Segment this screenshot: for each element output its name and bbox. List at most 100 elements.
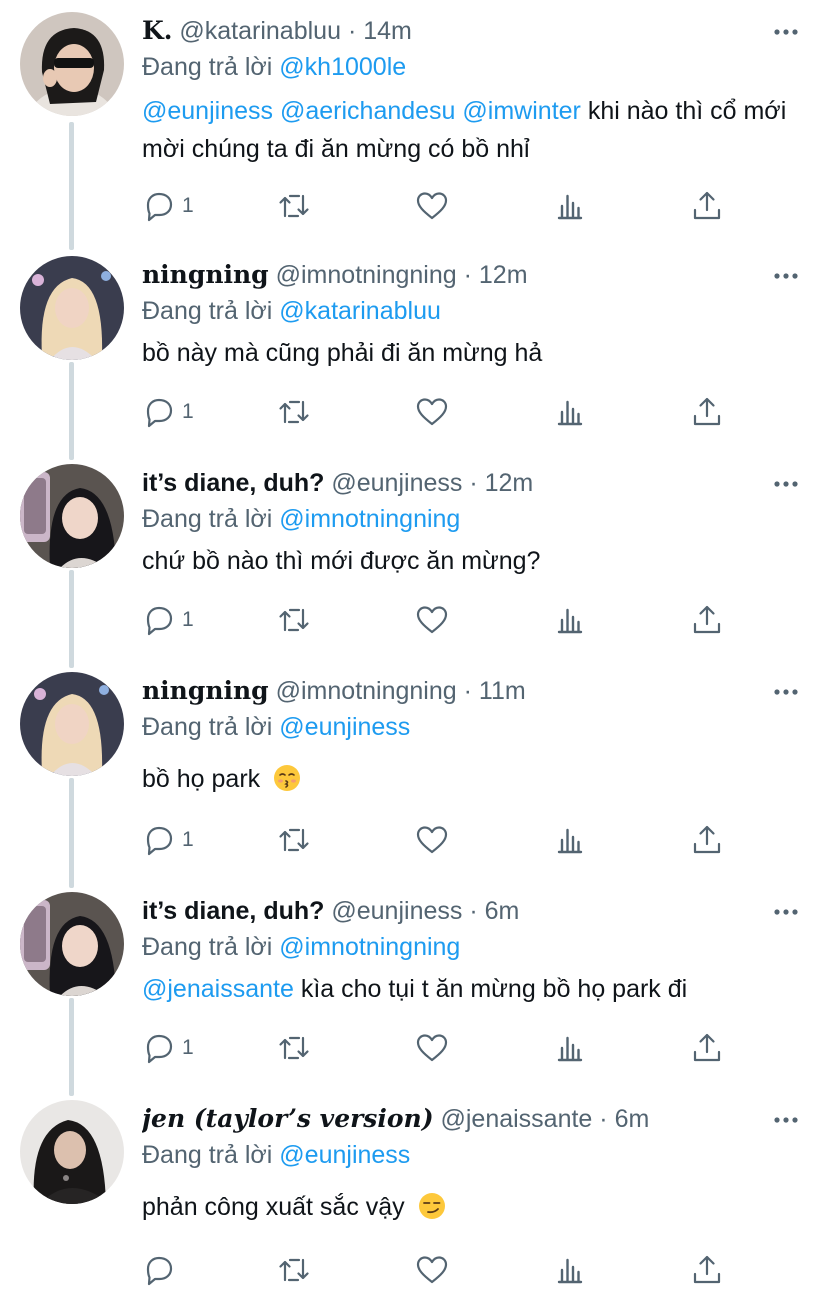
analytics-button[interactable]: [553, 1250, 587, 1290]
avatar[interactable]: [20, 1100, 124, 1204]
user-handle[interactable]: @imnotningning: [276, 261, 457, 289]
analytics-icon: [557, 828, 583, 854]
tweet-time[interactable]: 12m: [485, 469, 534, 497]
like-button[interactable]: [415, 600, 449, 640]
replying-to: Đang trả lời @eunjiness: [142, 1138, 410, 1172]
reply-count: 1: [182, 1036, 194, 1059]
share-button[interactable]: [690, 600, 724, 640]
avatar[interactable]: [20, 464, 124, 568]
share-button[interactable]: [690, 392, 724, 432]
mention-link[interactable]: @aerichandesu: [280, 97, 456, 125]
display-name[interactable]: it’s diane, duh?: [142, 469, 324, 497]
more-options-button[interactable]: [770, 676, 802, 708]
like-button[interactable]: [415, 1028, 449, 1068]
analytics-button[interactable]: [553, 186, 587, 226]
more-options-button[interactable]: [770, 468, 802, 500]
retweet-button[interactable]: [277, 820, 311, 860]
reply-button[interactable]: 1: [142, 820, 194, 860]
reply-button[interactable]: 1: [142, 600, 194, 640]
analytics-button[interactable]: [553, 600, 587, 640]
reply-button[interactable]: 1: [142, 1028, 194, 1068]
action-bar: 1: [142, 820, 802, 860]
share-button[interactable]: [690, 1250, 724, 1290]
tweet-time[interactable]: 6m: [615, 1105, 650, 1133]
tweet-header: it’s diane, duh? @eunjiness · 6m: [142, 894, 762, 928]
heart-icon: [416, 826, 448, 854]
share-icon: [693, 397, 721, 426]
user-handle[interactable]: @eunjiness: [331, 469, 462, 497]
retweet-button[interactable]: [277, 1028, 311, 1068]
display-name[interactable]: ningning: [142, 260, 269, 289]
tweet[interactable]: ningning @imnotningning · 12m Đang trả l…: [0, 244, 828, 452]
user-handle[interactable]: @eunjiness: [331, 897, 462, 925]
tweet-header: ningning @imnotningning · 11m: [142, 674, 762, 708]
replying-to: Đang trả lời @katarinabluu: [142, 294, 441, 328]
like-button[interactable]: [415, 186, 449, 226]
share-button[interactable]: [690, 820, 724, 860]
more-options-button[interactable]: [770, 1104, 802, 1136]
avatar-image: [20, 1100, 124, 1204]
user-handle[interactable]: @katarinabluu: [179, 17, 341, 45]
analytics-button[interactable]: [553, 1028, 587, 1068]
display-name[interactable]: K.: [142, 16, 172, 45]
avatar[interactable]: [20, 892, 124, 996]
analytics-button[interactable]: [553, 392, 587, 432]
reply-button[interactable]: 1: [142, 186, 194, 226]
reply-icon: [146, 192, 173, 222]
tweet[interactable]: K. @katarinabluu · 14m Đang trả lời @kh1…: [0, 0, 828, 222]
tweet-time[interactable]: 6m: [485, 897, 520, 925]
display-name[interactable]: jen (taylor’s version): [142, 1104, 434, 1133]
replying-to-handle[interactable]: @eunjiness: [279, 713, 410, 741]
replying-to-handle[interactable]: @eunjiness: [279, 1141, 410, 1169]
mention-link[interactable]: @imwinter: [462, 97, 580, 125]
more-horizontal-icon: [774, 689, 798, 695]
heart-icon: [416, 398, 448, 426]
retweet-button[interactable]: [277, 600, 311, 640]
like-button[interactable]: [415, 1250, 449, 1290]
tweet-time[interactable]: 11m: [479, 677, 526, 705]
smirking-face-emoji: [418, 1193, 445, 1219]
retweet-button[interactable]: [277, 1250, 311, 1290]
reply-button[interactable]: 1: [142, 392, 194, 432]
replying-to-handle[interactable]: @imnotningning: [279, 505, 460, 533]
more-options-button[interactable]: [770, 16, 802, 48]
retweet-button[interactable]: [277, 186, 311, 226]
display-name[interactable]: it’s diane, duh?: [142, 897, 324, 925]
like-button[interactable]: [415, 392, 449, 432]
avatar[interactable]: [20, 672, 124, 776]
share-button[interactable]: [690, 1028, 724, 1068]
tweet-header: K. @katarinabluu · 14m: [142, 14, 762, 48]
tweet-header: it’s diane, duh? @eunjiness · 12m: [142, 466, 762, 500]
more-horizontal-icon: [774, 29, 798, 35]
analytics-icon: [557, 1258, 583, 1284]
replying-to-handle[interactable]: @kh1000le: [279, 53, 406, 81]
replying-to-label: Đang trả lời: [142, 713, 273, 741]
tweet[interactable]: it’s diane, duh? @eunjiness · 6m Đang tr…: [0, 880, 828, 1088]
user-handle[interactable]: @jenaissante: [440, 1105, 592, 1133]
tweet-time[interactable]: 14m: [363, 17, 412, 45]
replying-to-handle[interactable]: @imnotningning: [279, 933, 460, 961]
user-handle[interactable]: @imnotningning: [276, 677, 457, 705]
replying-to-handle[interactable]: @katarinabluu: [279, 297, 441, 325]
retweet-button[interactable]: [277, 392, 311, 432]
share-icon: [693, 1255, 721, 1284]
share-button[interactable]: [690, 186, 724, 226]
action-bar: 1: [142, 392, 802, 432]
reply-button[interactable]: [142, 1250, 182, 1290]
tweet[interactable]: it’s diane, duh? @eunjiness · 12m Đang t…: [0, 452, 828, 660]
mention-link[interactable]: @jenaissante: [142, 975, 294, 1003]
more-options-button[interactable]: [770, 896, 802, 928]
avatar[interactable]: [20, 256, 124, 360]
tweet-time[interactable]: 12m: [479, 261, 528, 289]
analytics-button[interactable]: [553, 820, 587, 860]
like-button[interactable]: [415, 820, 449, 860]
tweet-text: bồ họ park: [142, 760, 802, 798]
tweet[interactable]: jen (taylor’s version) @jenaissante · 6m…: [0, 1088, 828, 1296]
mention-link[interactable]: @eunjiness: [142, 97, 273, 125]
tweet[interactable]: ningning @imnotningning · 11m Đang trả l…: [0, 660, 828, 868]
reply-icon: [146, 1034, 173, 1064]
analytics-icon: [557, 1036, 583, 1062]
more-options-button[interactable]: [770, 260, 802, 292]
display-name[interactable]: ningning: [142, 676, 269, 705]
avatar[interactable]: [20, 12, 124, 116]
